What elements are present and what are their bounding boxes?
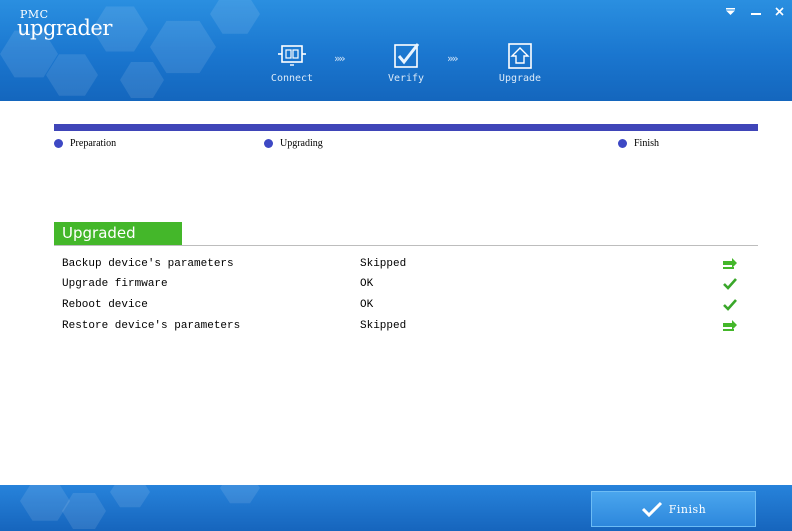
- decor-hexagon: [150, 20, 216, 74]
- skipped-arrow-icon: [723, 320, 737, 331]
- step-connect-label: Connect: [270, 73, 314, 84]
- phase-label: Preparation: [70, 138, 117, 149]
- decor-hexagon: [62, 493, 106, 529]
- check-icon: [723, 299, 737, 311]
- result-row: Reboot device OK: [62, 299, 752, 319]
- section-divider: [54, 245, 758, 246]
- progress-track: [54, 124, 758, 131]
- step-separator: ››››: [447, 52, 459, 65]
- result-task: Reboot device: [62, 299, 148, 311]
- logo-upgrader: upgrader: [17, 16, 112, 40]
- step-upgrade: Upgrade: [490, 42, 550, 84]
- phase-dot: [618, 139, 627, 148]
- result-task: Backup device's parameters: [62, 258, 234, 270]
- minimize-icon: [751, 13, 761, 15]
- decor-hexagon: [120, 62, 164, 98]
- phase-dot: [264, 139, 273, 148]
- step-upgrade-label: Upgrade: [498, 73, 542, 84]
- close-icon[interactable]: [775, 7, 784, 16]
- header-banner: PMC upgrader Connect ›››› Verify ›››› Up…: [0, 0, 792, 101]
- result-row: Restore device's parameters Skipped: [62, 320, 752, 340]
- result-task: Restore device's parameters: [62, 320, 241, 332]
- skipped-arrow-icon: [723, 258, 737, 269]
- finish-button[interactable]: Finish: [591, 491, 756, 527]
- check-icon: [723, 278, 737, 290]
- connect-icon: [278, 45, 306, 66]
- result-value: Skipped: [360, 258, 407, 270]
- step-separator: ››››: [334, 52, 346, 65]
- result-value: OK: [360, 278, 374, 290]
- step-verify-label: Verify: [387, 73, 425, 84]
- result-value: OK: [360, 299, 374, 311]
- result-row: Upgrade firmware OK: [62, 278, 752, 298]
- phase-label: Upgrading: [280, 138, 323, 149]
- verify-icon: [394, 43, 420, 68]
- decor-hexagon: [220, 485, 260, 504]
- result-value: Skipped: [360, 320, 407, 332]
- result-row: Backup device's parameters Skipped: [62, 258, 752, 278]
- result-task: Upgrade firmware: [62, 278, 168, 290]
- check-icon: [641, 501, 662, 517]
- finish-button-label: Finish: [668, 502, 707, 516]
- footer-bar: Finish: [0, 485, 792, 531]
- decor-hexagon: [110, 485, 150, 508]
- decor-hexagon: [210, 0, 260, 34]
- upgrade-icon: [508, 43, 532, 69]
- phase-dot: [54, 139, 63, 148]
- dropdown-triangle-icon[interactable]: [726, 8, 735, 15]
- step-verify: Verify: [376, 42, 436, 84]
- decor-hexagon: [20, 485, 70, 521]
- phase-label: Finish: [634, 138, 660, 149]
- minimize-button[interactable]: [751, 5, 761, 17]
- section-title: Upgraded: [54, 222, 182, 245]
- step-connect: Connect: [262, 42, 322, 84]
